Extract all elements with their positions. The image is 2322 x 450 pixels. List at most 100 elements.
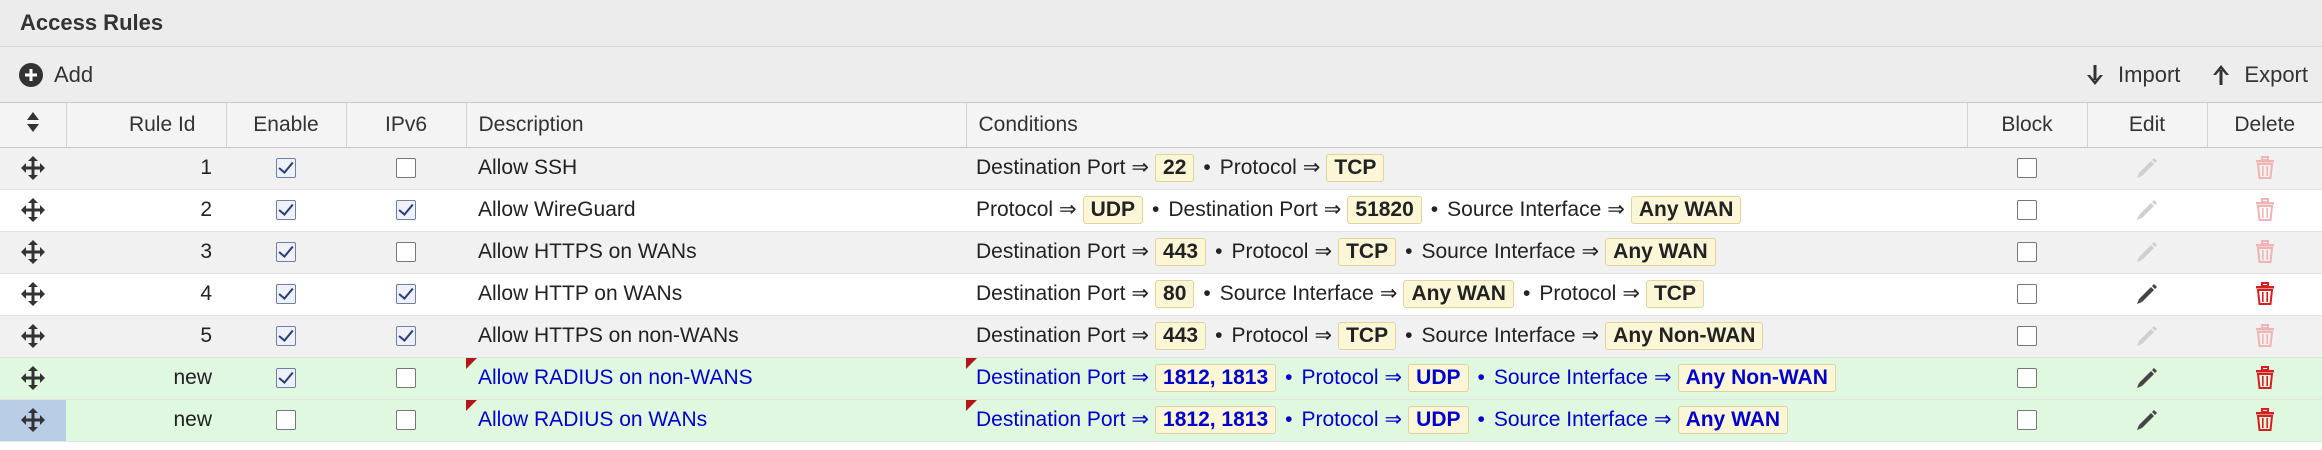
delete-button[interactable] (2207, 357, 2322, 400)
condition-value: 1812, 1813 (1155, 406, 1277, 434)
rule-description[interactable]: Allow RADIUS on non-WANS (466, 357, 966, 400)
description-text: Allow RADIUS on WANs (478, 408, 708, 431)
delete-button[interactable] (2207, 273, 2322, 316)
table-row[interactable]: 3 Allow HTTPS on WANs Destination Port ⇒ 443… (0, 231, 2322, 274)
trash-icon (2255, 408, 2274, 432)
drag-handle[interactable] (0, 399, 66, 442)
delete-button[interactable] (2207, 399, 2322, 442)
condition-value: UDP (1408, 364, 1469, 392)
import-button[interactable]: Import (2086, 62, 2180, 88)
edit-header: Edit (2087, 103, 2208, 148)
rule-description[interactable]: Allow HTTP on WANs (466, 273, 966, 316)
ipv6-header[interactable]: IPv6 (346, 103, 467, 148)
rule-conditions[interactable]: Destination Port ⇒ 443 • Protocol ⇒ TCP • Source… (966, 315, 1967, 358)
enable-cell (226, 357, 346, 400)
condition-label: Destination Port (976, 324, 1126, 347)
arrow-icon: ⇒ (1131, 408, 1150, 431)
ipv6-checkbox[interactable] (396, 200, 416, 221)
enable-checkbox[interactable] (276, 410, 296, 431)
delete-button (2207, 189, 2322, 232)
ipv6-checkbox[interactable] (396, 410, 416, 431)
rule-conditions[interactable]: Destination Port ⇒ 80 • Source Interface ⇒ Any… (966, 273, 1967, 316)
table-row[interactable]: new Allow RADIUS on non-WANS Destination P… (0, 357, 2322, 400)
condition-separator: • (1203, 156, 1211, 179)
edit-button[interactable] (2087, 399, 2207, 442)
drag-handle[interactable] (0, 273, 66, 316)
delete-button (2207, 315, 2322, 358)
drag-handle[interactable] (0, 147, 66, 190)
edit-button (2087, 231, 2207, 274)
block-checkbox[interactable] (2017, 284, 2037, 305)
export-button[interactable]: Export (2212, 62, 2308, 88)
condition-value: Any WAN (1605, 238, 1716, 266)
table-row[interactable]: 4 Allow HTTP on WANs Destination Port ⇒ 80 • S… (0, 273, 2322, 316)
sort-column-header[interactable] (0, 103, 67, 148)
changed-flag (466, 399, 477, 411)
rule-description[interactable]: Allow HTTPS on WANs (466, 231, 966, 274)
table-row[interactable]: 5 Allow HTTPS on non-WANs Destination Port… (0, 315, 2322, 358)
arrow-icon: ⇒ (1581, 240, 1600, 263)
enable-checkbox[interactable] (276, 242, 296, 263)
drag-handle[interactable] (0, 357, 66, 400)
add-button[interactable]: Add (18, 62, 93, 88)
toolbar: Add Import Export (0, 47, 2322, 103)
trash-icon (2255, 324, 2274, 348)
rule-conditions[interactable]: Protocol ⇒ UDP • Destination Port ⇒ 51820 • Sour… (966, 189, 1967, 232)
enable-checkbox[interactable] (276, 326, 296, 347)
pencil-icon (2137, 326, 2157, 347)
rule-conditions[interactable]: Destination Port ⇒ 443 • Protocol ⇒ TCP • Source… (966, 231, 1967, 274)
enable-cell (226, 189, 346, 232)
ipv6-checkbox[interactable] (396, 326, 416, 347)
trash-icon (2255, 240, 2274, 264)
block-checkbox[interactable] (2017, 200, 2037, 221)
edit-button[interactable] (2087, 273, 2207, 316)
condition-label: Destination Port (976, 282, 1126, 305)
table-row[interactable]: 1 Allow SSH Destination Port ⇒ 22 • Protocol ⇒ T… (0, 147, 2322, 190)
rule-conditions[interactable]: Destination Port ⇒ 22 • Protocol ⇒ TCP (966, 147, 1967, 190)
condition-label: Destination Port (976, 408, 1126, 431)
enable-checkbox[interactable] (276, 284, 296, 305)
conditions-header[interactable]: Conditions (966, 103, 1968, 148)
plus-circle-icon (19, 62, 43, 87)
ipv6-cell (346, 357, 466, 400)
block-checkbox[interactable] (2017, 158, 2037, 179)
block-checkbox[interactable] (2017, 410, 2037, 431)
enable-cell (226, 231, 346, 274)
arrow-icon: ⇒ (1622, 282, 1640, 305)
drag-handle[interactable] (0, 231, 66, 274)
rule-description[interactable]: Allow SSH (466, 147, 966, 190)
rule-id-header[interactable]: Rule Id (66, 103, 227, 148)
drag-handle[interactable] (0, 315, 66, 358)
block-checkbox[interactable] (2017, 368, 2037, 389)
rule-description[interactable]: Allow RADIUS on WANs (466, 399, 966, 442)
rule-conditions[interactable]: Destination Port ⇒ 1812, 1813 • Protocol ⇒ UDP… (966, 357, 1967, 400)
ipv6-checkbox[interactable] (396, 158, 416, 179)
enable-checkbox[interactable] (276, 200, 296, 221)
ipv6-checkbox[interactable] (396, 284, 416, 305)
arrow-icon: ⇒ (1131, 282, 1150, 305)
rule-description[interactable]: Allow HTTPS on non-WANs (466, 315, 966, 358)
enable-checkbox[interactable] (276, 368, 296, 389)
edit-button[interactable] (2087, 357, 2207, 400)
condition-value: Any WAN (1677, 406, 1789, 434)
arrow-icon: ⇒ (1379, 282, 1398, 305)
enable-header[interactable]: Enable (226, 103, 347, 148)
rule-description[interactable]: Allow WireGuard (466, 189, 966, 232)
block-cell (1967, 147, 2087, 190)
enable-checkbox[interactable] (276, 158, 296, 179)
move-icon (21, 366, 45, 391)
ipv6-checkbox[interactable] (396, 368, 416, 389)
condition-value: 51820 (1347, 196, 1422, 224)
arrow-icon: ⇒ (1323, 198, 1342, 221)
rule-conditions[interactable]: Destination Port ⇒ 1812, 1813 • Protocol ⇒ UDP… (966, 399, 1967, 442)
condition-value: 80 (1155, 280, 1195, 308)
drag-handle[interactable] (0, 189, 66, 232)
block-header[interactable]: Block (1967, 103, 2088, 148)
table-row[interactable]: new Allow RADIUS on WANs Destination Port ⇒… (0, 399, 2322, 442)
block-checkbox[interactable] (2017, 242, 2037, 263)
block-checkbox[interactable] (2017, 326, 2037, 347)
condition-separator: • (1405, 240, 1413, 263)
description-header[interactable]: Description (466, 103, 967, 148)
table-row[interactable]: 2 Allow WireGuard Protocol ⇒ UDP • Destination… (0, 189, 2322, 232)
ipv6-checkbox[interactable] (396, 242, 416, 263)
